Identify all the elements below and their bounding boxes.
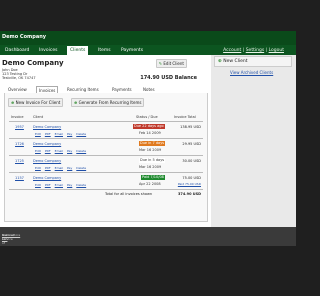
new-invoice-label: New Invoice For Client	[15, 100, 61, 105]
client-balance: 174.90 USD Balance	[140, 75, 197, 81]
subtab-payments[interactable]: Payments	[110, 86, 134, 93]
generate-recurring-label: Generate From Recurring Items	[78, 100, 142, 105]
client-name: Demo Company	[2, 59, 64, 67]
pencil-icon: ✎	[158, 61, 163, 66]
client-link[interactable]: Demo Company	[33, 176, 61, 180]
pdf-link[interactable]: PDF	[45, 166, 51, 170]
row-actions: Edit PDF Email Pay Delete	[35, 132, 90, 136]
pay-link[interactable]: Pay	[67, 149, 72, 153]
subtab-recurring-items[interactable]: Recurring Items	[65, 86, 101, 93]
sidebar: ⊕ New Client View Archived Clients	[211, 55, 296, 227]
invoices-panel: ⊕ New Invoice For Client ⊕ Generate From…	[4, 93, 208, 222]
pay-link[interactable]: Pay	[67, 166, 72, 170]
due-date: Apr 22 2008	[139, 182, 161, 186]
pdf-link[interactable]: PDF	[45, 183, 51, 187]
client-link[interactable]: Demo Company	[33, 159, 61, 163]
logout-link[interactable]: Logout	[269, 48, 284, 53]
grand-total: 374.90 USD	[178, 192, 201, 196]
settings-link[interactable]: Settings	[246, 48, 264, 53]
invoice-number-link[interactable]: 1725	[15, 159, 24, 163]
invoice-total: 138.95 USD	[180, 125, 201, 129]
invoice-total: 30.00 USD	[182, 159, 201, 163]
page-footer: InvoiceMore is a service of Kolmiss, LLC	[0, 227, 296, 246]
app-title: Demo Company	[2, 34, 47, 40]
client-link[interactable]: Demo Company	[33, 142, 61, 146]
edit-client-button[interactable]: ✎ Edit Client	[155, 59, 187, 68]
subtab-overview[interactable]: Overview	[6, 86, 29, 93]
new-client-button[interactable]: ⊕ New Client	[214, 56, 292, 67]
edit-client-label: Edit Client	[163, 61, 184, 66]
divider	[9, 155, 203, 156]
edit-link[interactable]: Edit	[35, 183, 41, 187]
email-link[interactable]: Email	[55, 149, 63, 153]
delete-link[interactable]: Delete	[76, 166, 86, 170]
invoice-total: 75.00 USD	[182, 176, 201, 180]
invoice-number-link[interactable]: 1726	[15, 142, 24, 146]
pay-link[interactable]: Pay	[67, 132, 72, 136]
generate-recurring-button[interactable]: ⊕ Generate From Recurring Items	[71, 98, 145, 107]
col-invoice: Invoice	[11, 115, 24, 119]
status-badge: Due 22 days ago	[133, 124, 165, 129]
tab-items[interactable]: Items	[95, 46, 114, 55]
tab-clients[interactable]: Clients	[67, 46, 89, 55]
email-link[interactable]: Email	[55, 183, 63, 187]
edit-link[interactable]: Edit	[35, 166, 41, 170]
app-header: Demo Company	[0, 31, 296, 45]
subtab-notes[interactable]: Notes	[141, 86, 157, 93]
status-badge: Due in 5 days	[139, 158, 166, 163]
tab-invoices[interactable]: Invoices	[36, 46, 60, 55]
divider	[9, 121, 203, 122]
divider	[9, 172, 203, 173]
nav-separator: |	[242, 48, 245, 53]
col-total: Invoice Total	[174, 115, 196, 119]
plus-icon: ⊕	[74, 100, 78, 105]
row-actions: Edit PDF Email Pay Delete	[35, 166, 90, 170]
client-city: Testville, OK 74747	[2, 76, 36, 80]
delete-link[interactable]: Delete	[76, 183, 86, 187]
divider	[9, 138, 203, 139]
nav-separator: |	[265, 48, 268, 53]
edit-link[interactable]: Edit	[35, 132, 41, 136]
invoice-number-link[interactable]: 1157	[15, 176, 24, 180]
new-client-label: New Client	[223, 59, 248, 64]
plus-icon: ⊕	[11, 100, 15, 105]
delete-link[interactable]: Delete	[76, 149, 86, 153]
due-date: Mar 16 2009	[139, 148, 162, 152]
col-client: Client	[33, 115, 44, 119]
pay-link[interactable]: Pay	[67, 183, 72, 187]
invoice-total: 29.95 USD	[182, 142, 201, 146]
tab-payments[interactable]: Payments	[118, 46, 146, 55]
pdf-link[interactable]: PDF	[45, 149, 51, 153]
status-badge: Due in 7 days	[139, 141, 166, 146]
edit-link[interactable]: Edit	[35, 149, 41, 153]
account-links: Account | Settings | Logout	[223, 46, 284, 55]
main-nav: Dashboard Invoices Clients Items Payment…	[0, 45, 296, 55]
account-link[interactable]: Account	[223, 48, 241, 53]
client-main-panel: Demo Company John Doe 123 Testing Dr Tes…	[0, 55, 211, 227]
row-actions: Edit PDF Email Pay Delete	[35, 149, 90, 153]
delete-link[interactable]: Delete	[76, 132, 86, 136]
app-window: Demo Company Dashboard Invoices Clients …	[0, 31, 296, 246]
col-status: Status / Due	[136, 115, 158, 119]
pdf-link[interactable]: PDF	[45, 132, 51, 136]
new-invoice-button[interactable]: ⊕ New Invoice For Client	[8, 98, 64, 107]
view-archived-clients-link[interactable]: View Archived Clients	[230, 70, 273, 75]
divider	[9, 189, 203, 190]
email-link[interactable]: Email	[55, 132, 63, 136]
due-date: Feb 14 2009	[139, 131, 161, 135]
total-label: Total for all invoices shown	[105, 192, 153, 196]
due-date: Mar 16 2009	[139, 165, 162, 169]
status-badge: Paid 7/10/08	[141, 175, 165, 180]
company-link[interactable]: Kolmiss, LLC	[2, 233, 14, 241]
plus-icon: ⊕	[218, 59, 222, 64]
tab-dashboard[interactable]: Dashboard	[2, 46, 32, 55]
email-link[interactable]: Email	[55, 166, 63, 170]
invoice-number-link[interactable]: 1957	[15, 125, 24, 129]
row-actions: Edit PDF Email Pay Delete	[35, 183, 90, 187]
client-link[interactable]: Demo Company	[33, 125, 61, 129]
paid-amount: Paid 75.00 USD	[177, 182, 201, 186]
